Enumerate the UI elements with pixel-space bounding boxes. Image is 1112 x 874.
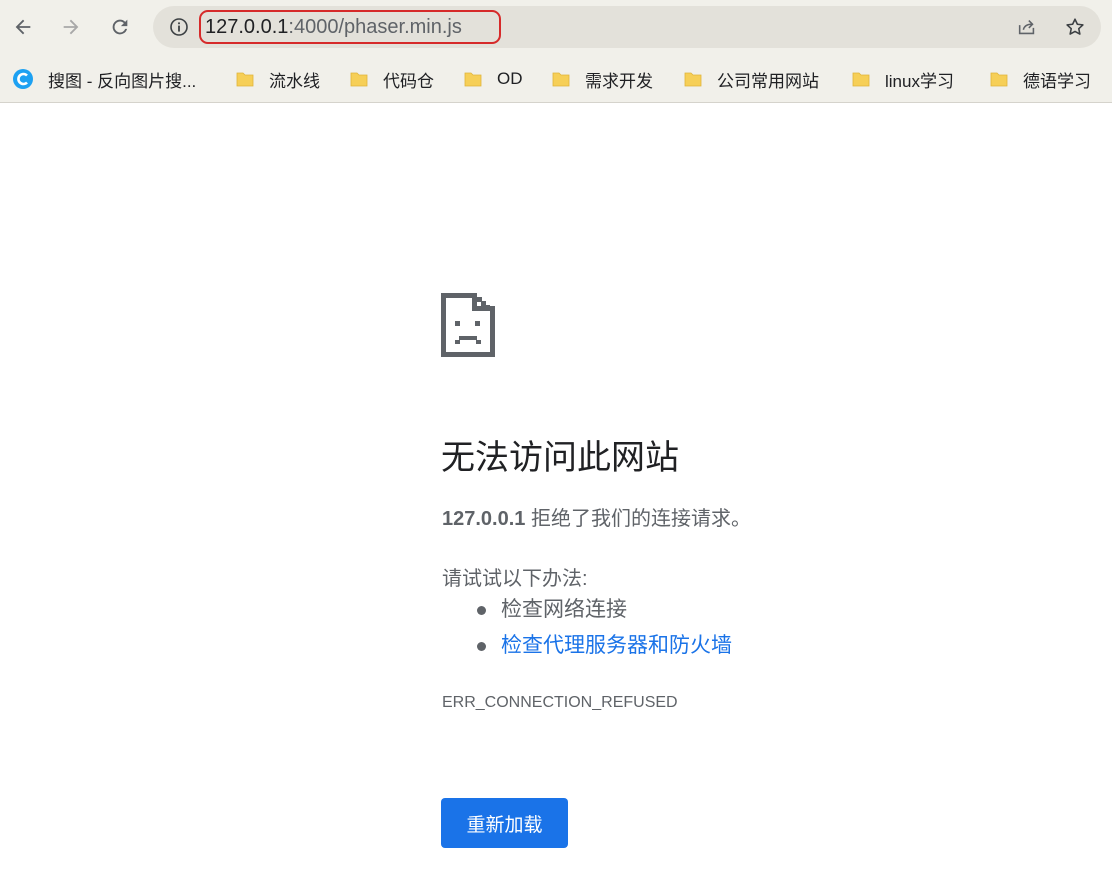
url-text[interactable]: 127.0.0.1:4000/phaser.min.js — [205, 14, 462, 40]
error-summary: 127.0.0.1 拒绝了我们的连接请求。 — [442, 502, 751, 531]
bookmark-label: 流水线 — [269, 71, 320, 91]
folder-icon — [464, 72, 482, 87]
suggestion-label: 检查网络连接 — [501, 598, 627, 621]
bookmark-folder-linux[interactable]: linux学习 — [851, 64, 954, 94]
bookmark-folder-german[interactable]: 德语学习 — [989, 64, 1091, 94]
folder-icon — [350, 72, 368, 87]
arrow-left-icon — [15, 19, 31, 35]
suggestions-heading: 请试试以下办法: — [442, 568, 588, 590]
bookmark-folder-requirements[interactable]: 需求开发 — [551, 64, 653, 94]
info-icon[interactable] — [169, 17, 189, 37]
bookmark-label: 德语学习 — [1023, 71, 1091, 91]
error-code: ERR_CONNECTION_REFUSED — [442, 694, 678, 711]
bookmark-folder-pipeline[interactable]: 流水线 — [235, 64, 320, 94]
arrow-right-icon — [63, 19, 79, 35]
folder-icon — [852, 72, 870, 87]
folder-icon — [684, 72, 702, 87]
address-bar[interactable]: 127.0.0.1:4000/phaser.min.js — [153, 6, 1101, 48]
sad-file-icon — [441, 293, 495, 357]
bookmark-label: 需求开发 — [585, 71, 653, 91]
bookmark-folder-od[interactable]: OD — [463, 64, 523, 94]
search-favicon-icon — [13, 69, 33, 89]
url-host: 127.0.0.1 — [205, 16, 289, 38]
suggestion-label[interactable]: 检查代理服务器和防火墙 — [501, 634, 732, 657]
folder-icon — [552, 72, 570, 87]
suggestion-check-network: 检查网络连接 — [442, 594, 732, 630]
error-host: 127.0.0.1 — [442, 508, 526, 530]
bullet — [477, 606, 486, 615]
bookmark-folder-company-sites[interactable]: 公司常用网站 — [683, 64, 819, 94]
bookmark-label: linux学习 — [885, 71, 954, 91]
bookmark-folder-repo[interactable]: 代码仓 — [349, 64, 434, 94]
url-path: :4000/phaser.min.js — [288, 16, 462, 38]
bookmark-label: OD — [497, 69, 523, 88]
error-summary-text: 拒绝了我们的连接请求。 — [525, 508, 751, 530]
forward-button[interactable] — [54, 10, 88, 44]
reload-page-button[interactable]: 重新加载 — [441, 798, 568, 848]
bookmark-label: 搜图 - 反向图片搜... — [48, 71, 197, 91]
folder-icon — [990, 72, 1008, 87]
share-icon[interactable] — [1016, 16, 1038, 38]
bookmarks-bar: 搜图 - 反向图片搜... 流水线 代码仓 OD 需求开发 公司常用网站 lin… — [0, 56, 1112, 103]
back-button[interactable] — [6, 10, 40, 44]
error-title: 无法访问此网站 — [441, 439, 679, 477]
bullet — [477, 642, 486, 651]
reload-icon — [112, 19, 128, 35]
star-icon[interactable] — [1064, 16, 1086, 38]
bookmark-search-images[interactable]: 搜图 - 反向图片搜... — [12, 64, 196, 94]
folder-icon — [236, 72, 254, 87]
reload-button[interactable] — [103, 10, 137, 44]
suggestions-list: 检查网络连接 检查代理服务器和防火墙 — [442, 594, 732, 666]
browser-toolbar: 127.0.0.1:4000/phaser.min.js — [0, 0, 1112, 56]
suggestion-check-proxy-firewall-link[interactable]: 检查代理服务器和防火墙 — [442, 630, 732, 666]
bookmark-label: 公司常用网站 — [717, 71, 819, 91]
bookmark-label: 代码仓 — [383, 71, 434, 91]
